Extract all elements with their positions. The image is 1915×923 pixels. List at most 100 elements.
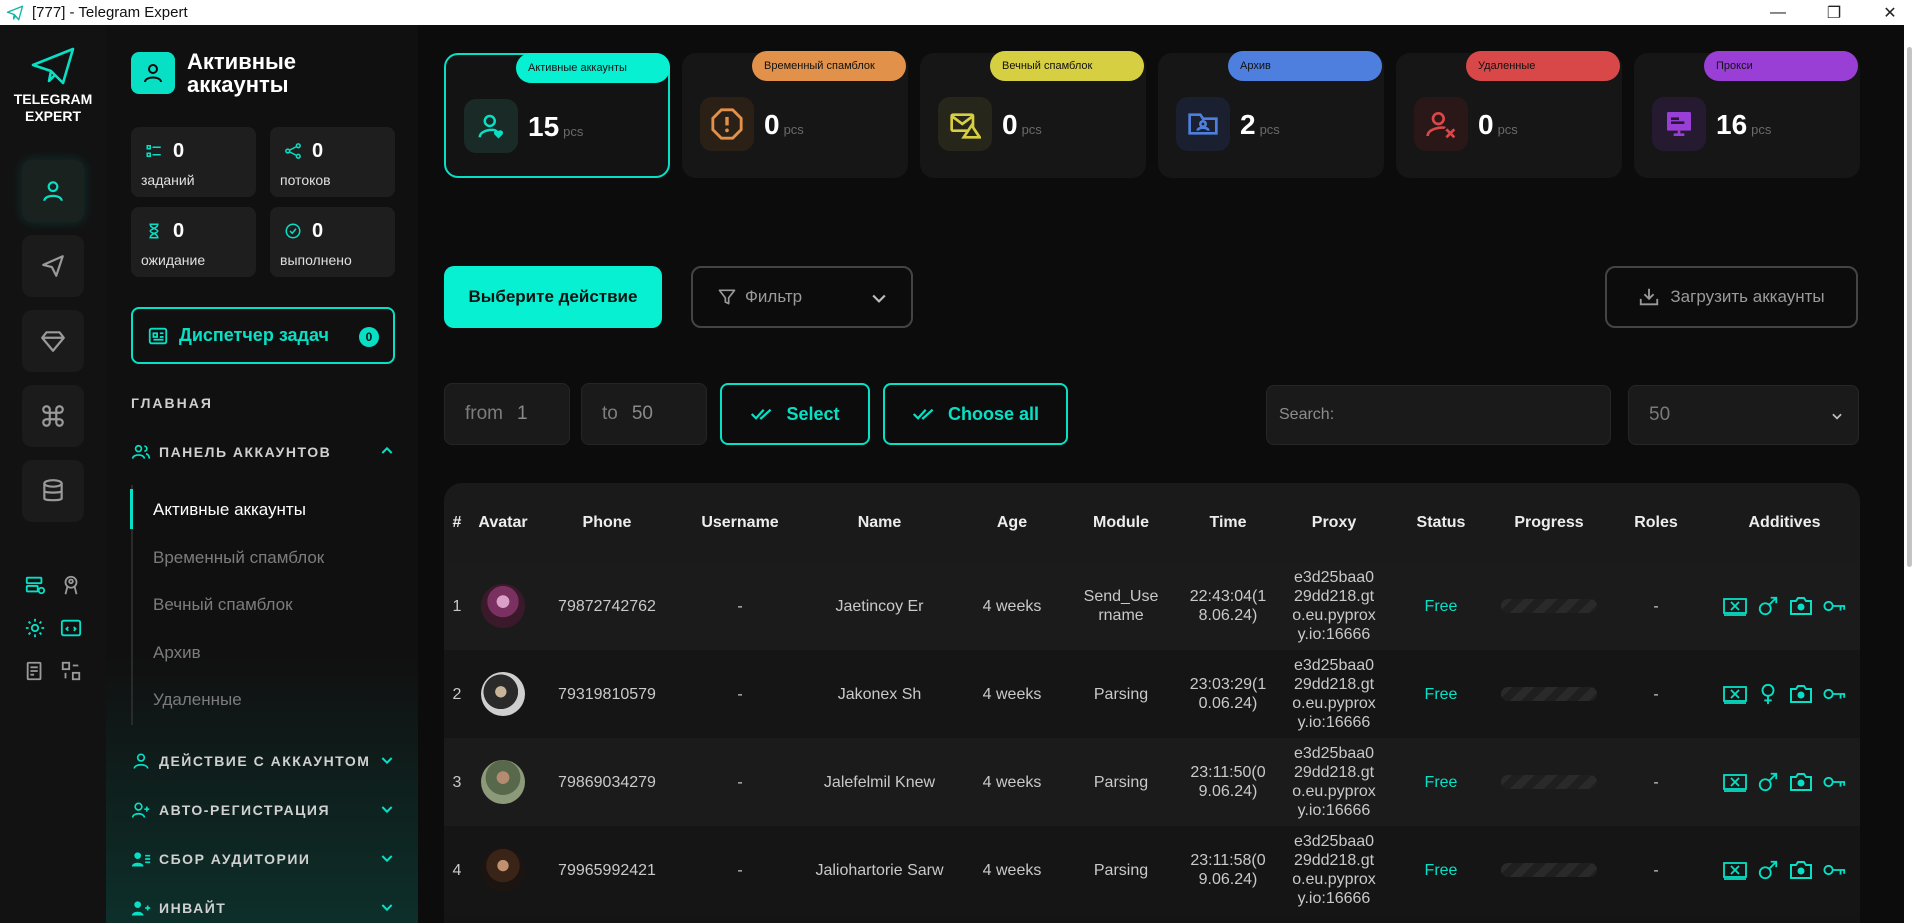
camera-icon[interactable] (1789, 595, 1813, 617)
chevron-down-icon (872, 294, 886, 303)
x-card-icon[interactable] (1722, 684, 1747, 704)
range-to-value: 50 (631, 403, 653, 424)
key-icon[interactable] (1822, 598, 1847, 614)
card-unit: pcs (563, 124, 584, 139)
chevron-down-icon (381, 855, 393, 863)
column-header-avatar[interactable]: Avatar (470, 483, 536, 562)
table-row[interactable]: 4 79965992421 - Jaliohartorie Sarw 4 wee… (444, 826, 1860, 914)
male-icon[interactable] (1757, 771, 1779, 793)
range-from-field[interactable]: from 1 (444, 383, 570, 445)
minimize-button[interactable]: — (1750, 0, 1806, 25)
column-header-roles[interactable]: Roles (1603, 483, 1709, 562)
rail-accounts-button[interactable] (22, 160, 84, 222)
column-header-number[interactable]: # (444, 483, 470, 562)
column-header-proxy[interactable]: Proxy (1281, 483, 1387, 562)
card-tag: Временный спамблок (752, 51, 906, 81)
key-icon[interactable] (1822, 862, 1847, 878)
nav-section-account-actions[interactable]: ДЕЙСТВИЕ С АККАУНТОМ (131, 750, 395, 772)
key-icon[interactable] (1822, 686, 1847, 702)
column-header-progress[interactable]: Progress (1495, 483, 1603, 562)
rail-database-button[interactable] (22, 460, 84, 522)
column-header-module[interactable]: Module (1067, 483, 1175, 562)
close-button[interactable]: ✕ (1862, 0, 1915, 25)
table-row[interactable]: 1 79872742762 - Jaetincoy Er 4 weeks Sen… (444, 562, 1860, 650)
search-input[interactable] (1266, 385, 1611, 445)
x-card-icon[interactable] (1722, 772, 1747, 792)
card-tag: Активные аккаунты (516, 53, 670, 83)
column-header-age[interactable]: Age (957, 483, 1067, 562)
male-icon[interactable] (1757, 595, 1779, 617)
range-to-field[interactable]: to 50 (581, 383, 707, 445)
card-tag: Удаленные (1466, 51, 1620, 81)
server-status-icon[interactable] (22, 572, 48, 598)
subnav-item-active-accounts[interactable]: Активные аккаунты (153, 500, 306, 520)
select-action-button[interactable]: Выберите действие (444, 266, 662, 328)
scrollbar-thumb[interactable] (1907, 47, 1912, 567)
card-perm-spamblock[interactable]: Вечный спамблок 0 pcs (920, 51, 1146, 178)
rail-premium-button[interactable] (22, 310, 84, 372)
task-list-icon[interactable] (22, 658, 48, 684)
upload-accounts-button[interactable]: Загрузить аккаунты (1605, 266, 1858, 328)
card-value: 2 (1240, 109, 1256, 140)
female-icon[interactable] (1757, 683, 1779, 705)
card-value: 0 (764, 109, 780, 140)
cell-roles: - (1653, 685, 1659, 703)
x-card-icon[interactable] (1722, 596, 1747, 616)
x-card-icon[interactable] (1722, 860, 1747, 880)
column-header-status[interactable]: Status (1387, 483, 1495, 562)
funnel-icon (718, 289, 736, 305)
column-header-username[interactable]: Username (678, 483, 802, 562)
logo-text-line1: TELEGRAM (13, 91, 93, 107)
select-range-button[interactable]: Select (720, 383, 870, 445)
cell-name: Jakonex Sh (837, 685, 922, 703)
card-archive[interactable]: Архив 2 pcs (1158, 51, 1384, 178)
card-deleted[interactable]: Удаленные 0 pcs (1396, 51, 1622, 178)
code-window-icon[interactable] (58, 615, 84, 641)
warning-octagon-icon (700, 97, 754, 151)
cell-proxy: e3d25baa029dd218.gto.eu.pyproxy.io:16666 (1292, 569, 1376, 643)
table-row[interactable]: 2 79319810579 - Jakonex Sh 4 weeks Parsi… (444, 650, 1860, 738)
rail-send-button[interactable] (22, 235, 84, 297)
subnav-item-archive[interactable]: Архив (153, 643, 201, 663)
key-icon[interactable] (1822, 774, 1847, 790)
table-row[interactable]: 3 79869034279 - Jalefelmil Knew 4 weeks … (444, 738, 1860, 826)
subnav-item-temp-spamblock[interactable]: Временный спамблок (153, 548, 324, 568)
subnav-item-perm-spamblock[interactable]: Вечный спамблок (153, 595, 293, 615)
user-icon (43, 181, 63, 202)
column-header-phone[interactable]: Phone (536, 483, 678, 562)
swap-icon[interactable] (58, 658, 84, 684)
command-icon (42, 405, 64, 427)
card-tag: Вечный спамблок (990, 51, 1144, 81)
rail-commands-button[interactable] (22, 385, 84, 447)
avatar[interactable] (481, 672, 525, 716)
male-icon[interactable] (1757, 859, 1779, 881)
camera-icon[interactable] (1789, 859, 1813, 881)
cell-time: 23:03:29(10.06.24) (1189, 676, 1267, 712)
task-dispatcher-button[interactable]: Диспетчер задач 0 (131, 307, 395, 364)
column-header-additives[interactable]: Additives (1709, 483, 1860, 562)
maximize-button[interactable]: ❐ (1806, 0, 1862, 25)
chevron-down-icon (381, 806, 393, 814)
nav-section-audience-collection[interactable]: СБОР АУДИТОРИИ (131, 848, 395, 870)
per-page-select[interactable]: 50 (1628, 385, 1859, 445)
settings-gear-icon[interactable] (22, 615, 48, 641)
user-settings-icon[interactable] (58, 572, 84, 598)
camera-icon[interactable] (1789, 683, 1813, 705)
choose-all-button[interactable]: Choose all (883, 383, 1068, 445)
avatar[interactable] (481, 848, 525, 892)
column-header-name[interactable]: Name (802, 483, 957, 562)
nav-section-accounts-panel[interactable]: ПАНЕЛЬ АККАУНТОВ (131, 441, 395, 463)
column-header-time[interactable]: Time (1175, 483, 1281, 562)
camera-icon[interactable] (1789, 771, 1813, 793)
avatar[interactable] (481, 760, 525, 804)
cell-time: 22:43:04(18.06.24) (1189, 588, 1267, 624)
card-active-accounts[interactable]: Активные аккаунты 15 pcs (444, 53, 670, 178)
avatar[interactable] (481, 584, 525, 628)
vertical-scrollbar[interactable] (1904, 25, 1915, 923)
card-proxy[interactable]: Прокси 16 pcs (1634, 51, 1860, 178)
card-temp-spamblock[interactable]: Временный спамблок 0 pcs (682, 51, 908, 178)
nav-section-invite[interactable]: ИНВАЙТ (131, 897, 395, 919)
subnav-item-deleted[interactable]: Удаленные (153, 690, 242, 710)
nav-section-auto-registration[interactable]: АВТО-РЕГИСТРАЦИЯ (131, 799, 395, 821)
filter-dropdown[interactable]: Фильтр (691, 266, 913, 328)
